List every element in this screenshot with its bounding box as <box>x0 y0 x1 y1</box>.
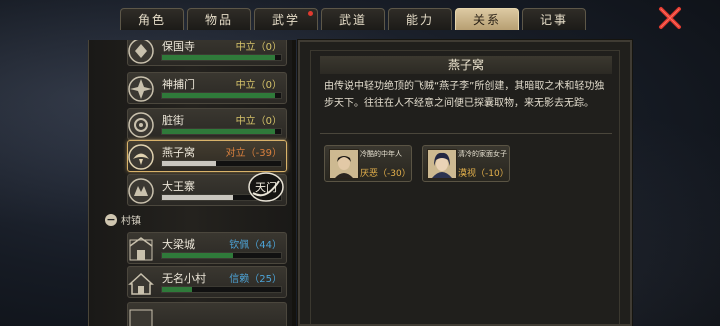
faction-item[interactable]: 保国寺 中立（0） <box>127 40 287 66</box>
faction-emblem-icon <box>128 76 154 102</box>
faction-emblem-icon <box>128 178 154 204</box>
relation-bar <box>161 54 282 61</box>
faction-item[interactable]: 脏街 中立（0） <box>127 108 287 140</box>
faction-list-panel[interactable]: 保国寺 中立（0） 神捕门 中立（0） 脏街 中立（0） 燕子窝 对立（-39）… <box>88 40 295 326</box>
faction-relation: 中立（0） <box>235 116 282 127</box>
seal-badge-label: 天门 <box>255 180 277 194</box>
tab-bar: 角色 物品 武学 武道 能力 关系 记事 <box>120 8 586 32</box>
faction-emblem-icon <box>128 112 154 138</box>
tab-martial-arts[interactable]: 武学 <box>254 8 318 30</box>
town-relation: 信赖（25） <box>229 274 282 285</box>
faction-name: 大王寨 <box>162 180 195 193</box>
relation-bar <box>161 92 282 99</box>
faction-relation: 中立（0） <box>235 42 282 53</box>
faction-name: 脏街 <box>162 114 184 127</box>
npc-portrait <box>329 149 359 179</box>
close-x-icon[interactable] <box>657 5 683 31</box>
section-header-towns[interactable]: − 村镇 <box>105 212 141 227</box>
detail-panel: 燕子窝 由传说中轻功绝顶的飞贼“燕子李”所创建，其暗取之术和轻功独步天下。往往在… <box>297 39 633 326</box>
relation-bar <box>161 128 282 135</box>
seal-badge-icon[interactable]: 天门 <box>247 171 285 203</box>
town-item[interactable] <box>127 302 287 326</box>
tab-journal[interactable]: 记事 <box>522 8 586 30</box>
village-hut-icon <box>128 272 154 295</box>
npc-card[interactable]: 冷酷的中年人 厌恶（-30） <box>324 145 412 182</box>
faction-emblem-icon <box>128 40 154 64</box>
town-item[interactable]: 大梁城 钦佩（44） <box>127 232 287 264</box>
town-relation: 钦佩（44） <box>229 240 282 251</box>
notification-dot <box>308 11 313 16</box>
npc-relation: 漠视（-10） <box>458 169 509 179</box>
npc-name: 清冷的家面女子 <box>458 150 507 158</box>
section-label: 村镇 <box>121 216 141 227</box>
tab-martial-way[interactable]: 武道 <box>321 8 385 30</box>
faction-item[interactable]: 神捕门 中立（0） <box>127 72 287 104</box>
detail-description: 由传说中轻功绝顶的飞贼“燕子李”所创建，其暗取之术和轻功独步天下。往往在人不经意… <box>324 81 605 109</box>
faction-relation: 中立（0） <box>235 80 282 91</box>
relation-bar <box>161 160 282 167</box>
divider <box>320 133 612 134</box>
town-name: 大梁城 <box>162 238 195 251</box>
npc-portrait <box>427 149 457 179</box>
faction-name: 燕子窝 <box>162 146 195 159</box>
npc-relation: 厌恶（-30） <box>360 169 411 179</box>
faction-relation: 对立（-39） <box>225 148 282 159</box>
town-name: 无名小村 <box>162 272 206 285</box>
tab-items[interactable]: 物品 <box>187 8 251 30</box>
tab-relations[interactable]: 关系 <box>455 8 519 30</box>
relation-bar <box>161 252 282 259</box>
relation-bar <box>161 286 282 293</box>
faction-item-selected[interactable]: 燕子窝 对立（-39） <box>127 140 287 172</box>
npc-card[interactable]: 清冷的家面女子 漠视（-10） <box>422 145 510 182</box>
tab-character[interactable]: 角色 <box>120 8 184 30</box>
faction-name: 神捕门 <box>162 78 195 91</box>
detail-title: 燕子窝 <box>320 56 612 74</box>
town-gate-icon <box>129 237 153 261</box>
collapse-icon[interactable]: − <box>105 213 117 226</box>
panel-divider <box>292 40 296 326</box>
town-gate-icon <box>129 309 153 326</box>
tab-abilities[interactable]: 能力 <box>388 8 452 30</box>
npc-name: 冷酷的中年人 <box>360 150 402 158</box>
faction-name: 保国寺 <box>162 40 195 53</box>
faction-emblem-icon <box>128 144 154 170</box>
town-item[interactable]: 无名小村 信赖（25） <box>127 266 287 298</box>
